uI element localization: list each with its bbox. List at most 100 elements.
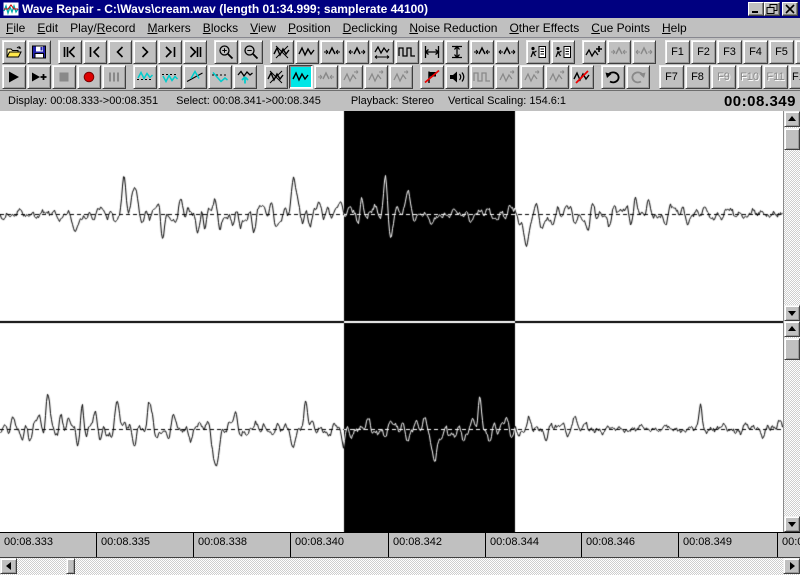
play-below-line-button[interactable]	[158, 65, 182, 89]
zoom-in-horizontal-button[interactable]	[320, 40, 344, 64]
close-button[interactable]	[782, 2, 798, 16]
restore-icon	[766, 4, 778, 14]
menu-edit[interactable]: Edit	[31, 19, 64, 37]
channel1-scroll-up-button[interactable]	[784, 111, 800, 127]
window-title: Wave Repair - C:\Wavs\cream.wav (length …	[22, 2, 428, 16]
channel1-scroll-down-button[interactable]	[784, 305, 800, 321]
fkey-f11-button: F11	[763, 65, 788, 89]
ruler-tick: 00:0	[778, 533, 800, 557]
waveform-area	[0, 111, 800, 532]
wave-repair-window: Wave Repair - C:\Wavs\cream.wav (length …	[0, 0, 800, 576]
menu-view[interactable]: View	[244, 19, 282, 37]
hscroll-thumb[interactable]	[66, 558, 75, 574]
audition-button[interactable]	[445, 65, 469, 89]
block-op-2-button	[339, 65, 363, 89]
menu-play-record[interactable]: Play/Record	[64, 19, 141, 37]
big-step-left-button[interactable]	[83, 40, 107, 64]
toolbar: F1F2F3F4F5F6 F7F8F9F10F11F12	[0, 38, 800, 91]
marker-list-button[interactable]	[526, 40, 550, 64]
stretch-display-button[interactable]	[370, 40, 394, 64]
fkey-f4-button[interactable]: F4	[743, 40, 768, 64]
record-button[interactable]	[77, 65, 101, 89]
add-marker-button[interactable]	[582, 40, 606, 64]
fkey-f3-button[interactable]: F3	[717, 40, 742, 64]
play-append-button[interactable]	[27, 65, 51, 89]
save-file-button[interactable]	[27, 40, 51, 64]
fkey-f10-button: F10	[737, 65, 762, 89]
zoom-out-vertical-button[interactable]	[495, 40, 519, 64]
menu-other-effects[interactable]: Other Effects	[503, 19, 585, 37]
arrow-up-icon	[788, 116, 796, 121]
step-left-button[interactable]	[108, 40, 132, 64]
fkey-f12-button[interactable]: F12	[789, 65, 800, 89]
delete-selection-button[interactable]	[570, 65, 594, 89]
menu-markers[interactable]: Markers	[141, 19, 196, 37]
play-above-line-button[interactable]	[133, 65, 157, 89]
channel2-scroll-up-button[interactable]	[784, 321, 800, 337]
fkey-f2-button[interactable]: F2	[691, 40, 716, 64]
title-bar: Wave Repair - C:\Wavs\cream.wav (length …	[0, 0, 800, 18]
block-op-8-button	[545, 65, 569, 89]
menu-cue-points[interactable]: Cue Points	[585, 19, 656, 37]
undo-button[interactable]	[601, 65, 625, 89]
ruler-tick: 00:08.335	[97, 533, 194, 557]
zoom-out-horizontal-button[interactable]	[345, 40, 369, 64]
clear-marker-button[interactable]	[420, 65, 444, 89]
minimize-button[interactable]	[748, 2, 764, 16]
menu-position[interactable]: Position	[282, 19, 337, 37]
redo-button	[626, 65, 650, 89]
scroll-right-button[interactable]	[783, 558, 800, 574]
menu-help[interactable]: Help	[656, 19, 693, 37]
play-down-slope-button[interactable]	[208, 65, 232, 89]
zoom-in-button[interactable]	[214, 40, 238, 64]
big-step-right-button[interactable]	[158, 40, 182, 64]
fkey-f8-button[interactable]: F8	[685, 65, 710, 89]
playback-mode: Playback: Stereo	[350, 95, 435, 107]
fkey-f7-button[interactable]: F7	[659, 65, 684, 89]
vertical-scrollbars	[783, 111, 800, 532]
zoom-to-selection-button[interactable]	[270, 40, 294, 64]
fkey-f5-button[interactable]: F5	[769, 40, 794, 64]
marker-zoom-2-button	[632, 40, 656, 64]
status-bar: Display: 00:08.333->00:08.351 Select: 00…	[0, 91, 800, 111]
stop-button	[52, 65, 76, 89]
play-button[interactable]	[2, 65, 26, 89]
vertical-scaling-button[interactable]	[445, 40, 469, 64]
ruler-tick: 00:08.333	[0, 533, 97, 557]
play-from-cursor-button[interactable]	[233, 65, 257, 89]
menu-file[interactable]: File	[0, 19, 31, 37]
goto-start-button[interactable]	[58, 40, 82, 64]
channel2-scroll-down-button[interactable]	[784, 516, 800, 532]
channel1-vscroll-thumb[interactable]	[784, 128, 800, 150]
fkey-f9-button: F9	[711, 65, 736, 89]
menu-noise-reduction[interactable]: Noise Reduction	[403, 19, 503, 37]
ruler-tick: 00:08.346	[582, 533, 679, 557]
fkey-f1-button[interactable]: F1	[665, 40, 690, 64]
block-list-button[interactable]	[551, 40, 575, 64]
channel1-vscrollbar[interactable]	[783, 111, 800, 321]
select-region-button[interactable]	[289, 65, 313, 89]
zoom-out-button[interactable]	[239, 40, 263, 64]
sample-display-button[interactable]	[395, 40, 419, 64]
menu-blocks[interactable]: Blocks	[197, 19, 244, 37]
open-file-button[interactable]	[2, 40, 26, 64]
waveform-display[interactable]	[0, 111, 783, 532]
scroll-left-button[interactable]	[0, 558, 17, 574]
restore-button[interactable]	[764, 2, 780, 16]
display-width-button[interactable]	[420, 40, 444, 64]
selection-range: Select: 00:08.341->00:08.345	[176, 95, 321, 107]
cut-selection-button[interactable]	[264, 65, 288, 89]
ruler-tick: 00:08.349	[679, 533, 778, 557]
channel2-vscrollbar[interactable]	[783, 321, 800, 532]
menu-bar: File Edit Play/Record Markers Blocks View Posi…	[0, 18, 800, 38]
horizontal-scrollbar[interactable]	[0, 557, 800, 575]
step-right-button[interactable]	[133, 40, 157, 64]
menu-declicking[interactable]: Declicking	[337, 19, 404, 37]
goto-end-button[interactable]	[183, 40, 207, 64]
ruler-tick: 00:08.342	[389, 533, 486, 557]
zoom-in-vertical-button[interactable]	[470, 40, 494, 64]
view-whole-file-button[interactable]	[295, 40, 319, 64]
channel2-vscroll-thumb[interactable]	[784, 338, 800, 360]
play-up-slope-button[interactable]	[183, 65, 207, 89]
time-ruler: 00:08.333 00:08.335 00:08.338 00:08.340 00:0…	[0, 532, 800, 557]
